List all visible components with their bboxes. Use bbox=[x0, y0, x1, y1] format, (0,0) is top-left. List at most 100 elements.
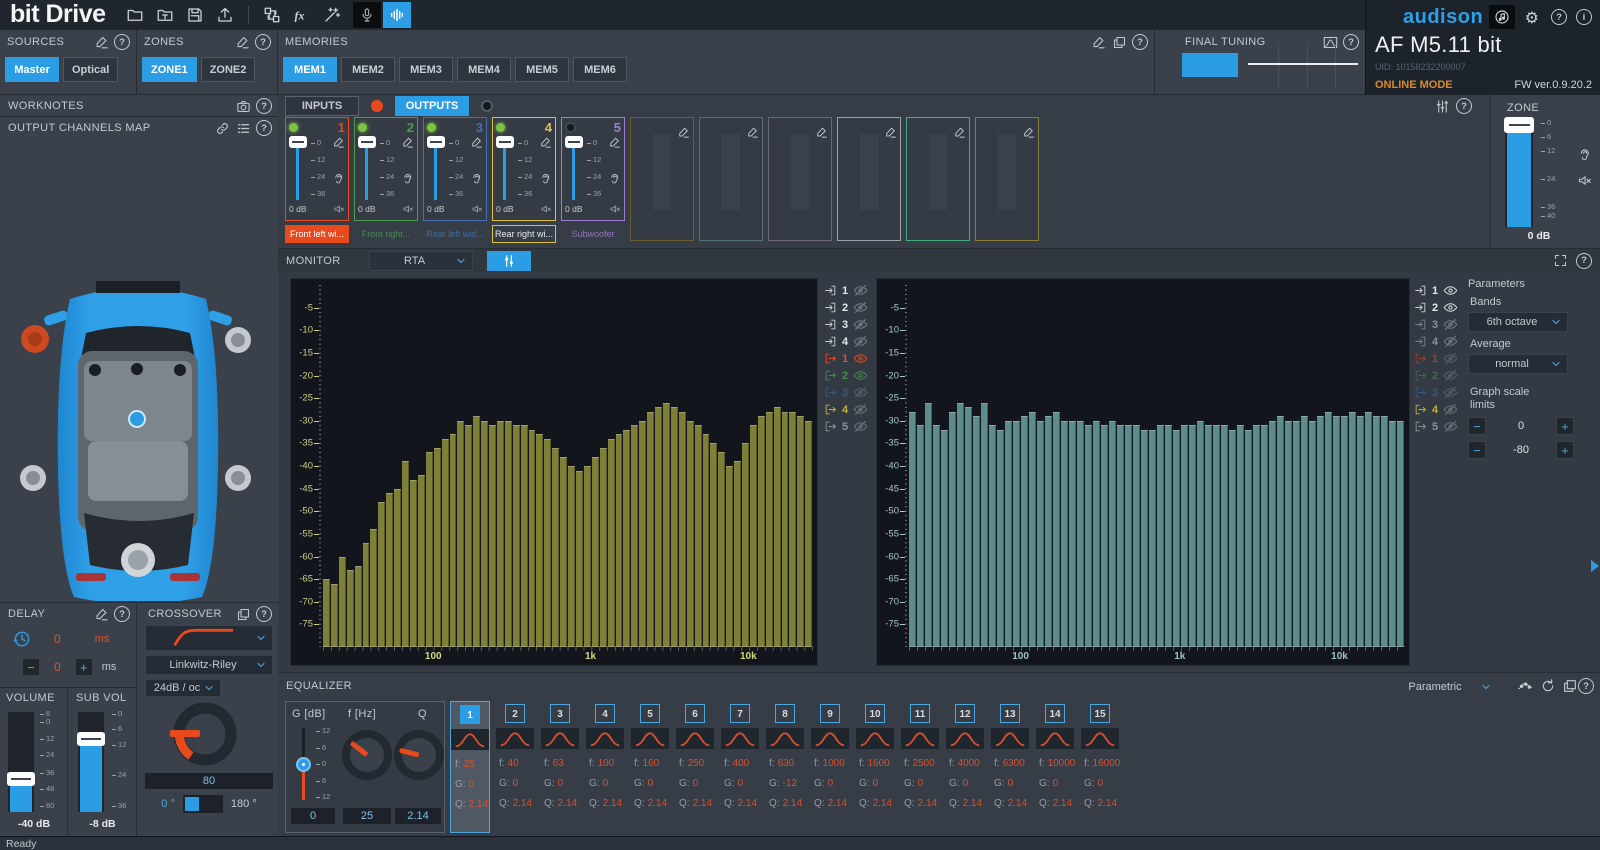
edit-zones-icon[interactable] bbox=[235, 35, 250, 50]
source-master-button[interactable]: Master bbox=[5, 57, 59, 82]
visibility-off-icon[interactable] bbox=[853, 402, 868, 417]
eq-band-number[interactable]: 11 bbox=[910, 704, 930, 723]
memory-button-mem5[interactable]: MEM5 bbox=[515, 57, 569, 82]
eq-band-10[interactable]: 10 f:1600 G:0 Q:2.14 bbox=[855, 701, 895, 833]
volume-fader-handle[interactable] bbox=[7, 772, 35, 786]
visibility-off-icon[interactable] bbox=[1443, 317, 1458, 332]
visibility-on-icon[interactable] bbox=[853, 351, 868, 366]
eq-gain-value[interactable]: 0 bbox=[291, 808, 335, 824]
monitor-mode-dropdown[interactable]: RTA bbox=[369, 251, 473, 271]
fullscreen-icon[interactable] bbox=[1553, 253, 1568, 268]
limit-bottom-minus-button[interactable]: − bbox=[1468, 441, 1486, 459]
visibility-off-icon[interactable] bbox=[853, 419, 868, 434]
eq-band-13[interactable]: 13 f:6300 G:0 Q:2.14 bbox=[990, 701, 1030, 833]
eq-band-number[interactable]: 5 bbox=[640, 704, 660, 723]
eq-copy-icon[interactable] bbox=[1562, 678, 1578, 694]
channel-strip-4[interactable]: 4 0122436 0 dB bbox=[492, 117, 556, 221]
visibility-off-icon[interactable] bbox=[853, 317, 868, 332]
channel-label[interactable]: Front right... bbox=[354, 225, 418, 243]
eq-band-curve-button[interactable] bbox=[721, 728, 759, 749]
eq-band-3[interactable]: 3 f:63 G:0 Q:2.14 bbox=[540, 701, 580, 833]
eq-freq-value[interactable]: 25 bbox=[343, 808, 391, 824]
channel-strip-2[interactable]: 2 0122436 0 dB bbox=[354, 117, 418, 221]
legend-input-4[interactable]: 4 bbox=[824, 333, 878, 350]
eq-band-number[interactable]: 1 bbox=[460, 705, 480, 724]
zone-listen-icon[interactable] bbox=[1577, 147, 1592, 162]
tab-inputs[interactable]: INPUTS bbox=[285, 96, 359, 116]
channel-list-icon[interactable] bbox=[236, 121, 251, 136]
eq-band-number[interactable]: 14 bbox=[1045, 704, 1065, 723]
gear-icon[interactable]: ⚙ bbox=[1524, 8, 1542, 26]
rta-generator-button[interactable] bbox=[383, 2, 411, 28]
memory-button-mem3[interactable]: MEM3 bbox=[399, 57, 453, 82]
average-dropdown[interactable]: normal bbox=[1468, 354, 1568, 374]
channel-fader-handle[interactable] bbox=[565, 136, 583, 148]
delay-plus-button[interactable]: + bbox=[75, 658, 93, 676]
filter-shape-dropdown[interactable] bbox=[145, 625, 273, 651]
eq-gain-handle[interactable] bbox=[296, 757, 311, 772]
channel-fader-handle[interactable] bbox=[289, 136, 307, 148]
eq-band-number[interactable]: 15 bbox=[1090, 704, 1110, 723]
eq-band-15[interactable]: 15 f:16000 G:0 Q:2.14 bbox=[1080, 701, 1120, 833]
export-icon[interactable] bbox=[216, 6, 234, 24]
visibility-off-icon[interactable] bbox=[853, 283, 868, 298]
memory-button-mem1[interactable]: MEM1 bbox=[283, 57, 337, 82]
eq-band-curve-button[interactable] bbox=[586, 728, 624, 749]
channel-mute-icon[interactable] bbox=[333, 203, 345, 215]
eq-band-curve-button[interactable] bbox=[496, 728, 534, 749]
empty-channel-strip[interactable] bbox=[975, 117, 1039, 241]
inputs-record-dot[interactable] bbox=[371, 100, 383, 112]
channel-listen-icon[interactable] bbox=[470, 172, 483, 185]
eq-band-6[interactable]: 6 f:250 G:0 Q:2.14 bbox=[675, 701, 715, 833]
channel-strip-3[interactable]: 3 0122436 0 dB bbox=[423, 117, 487, 221]
copy-crossover-icon[interactable] bbox=[236, 607, 251, 622]
eq-q-knob[interactable] bbox=[394, 730, 444, 780]
visibility-on-icon[interactable] bbox=[1443, 300, 1458, 315]
limit-top-minus-button[interactable]: − bbox=[1468, 417, 1486, 435]
eq-band-7[interactable]: 7 f:400 G:0 Q:2.14 bbox=[720, 701, 760, 833]
rta-chart-left[interactable]: -5 -10 -15 -20 -25 -30 -35 -40 -45 -50 -… bbox=[290, 278, 818, 666]
open-file-icon[interactable] bbox=[126, 6, 144, 24]
visibility-on-icon[interactable] bbox=[1443, 283, 1458, 298]
legend-input-2[interactable]: 2 bbox=[824, 299, 878, 316]
eq-band-curve-button[interactable] bbox=[856, 728, 894, 749]
delay-minus-button[interactable]: − bbox=[22, 658, 40, 676]
visibility-off-icon[interactable] bbox=[853, 334, 868, 349]
crossover-frequency-knob[interactable] bbox=[170, 699, 240, 769]
limit-bottom-plus-button[interactable]: + bbox=[1556, 441, 1574, 459]
auto-tune-wand-icon[interactable] bbox=[323, 6, 341, 24]
slope-dropdown[interactable]: 24dB / oc bbox=[145, 679, 221, 697]
open-template-icon[interactable] bbox=[156, 6, 174, 24]
zone-mixer-icon[interactable] bbox=[1435, 99, 1450, 114]
crossover-help-icon[interactable]: ? bbox=[256, 606, 272, 622]
final-tuning-minigraph[interactable] bbox=[1245, 46, 1360, 88]
eq-band-curve-button[interactable] bbox=[901, 728, 939, 749]
legend-output-2[interactable]: 2 bbox=[1414, 367, 1468, 384]
delay-clock-icon[interactable] bbox=[12, 629, 32, 649]
eq-band-2[interactable]: 2 f:40 G:0 Q:2.14 bbox=[495, 701, 535, 833]
visibility-on-icon[interactable] bbox=[853, 368, 868, 383]
filter-type-dropdown[interactable]: Linkwitz-Riley bbox=[145, 655, 273, 675]
map-help-icon[interactable]: ? bbox=[256, 120, 272, 136]
empty-channel-strip[interactable] bbox=[906, 117, 970, 241]
edit-channel-icon[interactable] bbox=[884, 126, 897, 139]
visibility-off-icon[interactable] bbox=[1443, 419, 1458, 434]
channel-listen-icon[interactable] bbox=[401, 172, 414, 185]
eq-band-number[interactable]: 4 bbox=[595, 704, 615, 723]
channel-listen-icon[interactable] bbox=[539, 172, 552, 185]
channel-fader-handle[interactable] bbox=[358, 136, 376, 148]
channel-label[interactable]: Rear right wi... bbox=[492, 225, 556, 243]
channel-mute-icon[interactable] bbox=[540, 203, 552, 215]
eq-band-curve-button[interactable] bbox=[1081, 728, 1119, 749]
channel-label[interactable]: Subwoofer bbox=[561, 225, 625, 243]
rta-chart-right[interactable]: -5 -10 -15 -20 -25 -30 -35 -40 -45 -50 -… bbox=[876, 278, 1410, 666]
monitor-help-icon[interactable]: ? bbox=[1576, 253, 1592, 269]
eq-freq-knob[interactable] bbox=[342, 730, 392, 780]
channel-strip-1[interactable]: 1 0122436 0 dB bbox=[285, 117, 349, 221]
eq-band-4[interactable]: 4 f:100 G:0 Q:2.14 bbox=[585, 701, 625, 833]
memory-button-mem4[interactable]: MEM4 bbox=[457, 57, 511, 82]
eq-band-curve-button[interactable] bbox=[1036, 728, 1074, 749]
edit-channel-icon[interactable] bbox=[608, 136, 621, 149]
sound-settings-button[interactable] bbox=[1489, 5, 1515, 29]
legend-input-1[interactable]: 1 bbox=[824, 282, 878, 299]
